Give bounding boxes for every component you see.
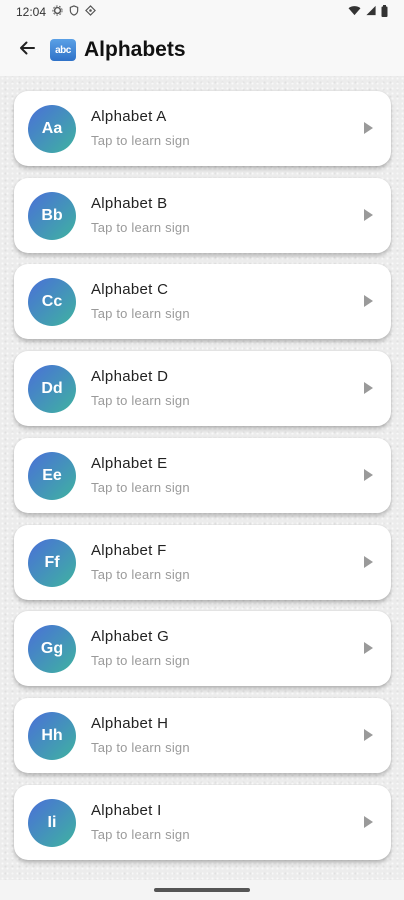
list-item[interactable]: Ff Alphabet F Tap to learn sign [14,525,391,600]
navigation-bar [0,880,404,900]
play-arrow-icon [364,556,373,568]
letter-avatar: Dd [28,365,76,413]
list-item[interactable]: Cc Alphabet C Tap to learn sign [14,264,391,339]
status-left: 12:04 [16,5,96,19]
play-arrow-icon [364,295,373,307]
alphabet-list[interactable]: Aa Alphabet A Tap to learn sign Bb Alphabet … [0,76,404,880]
item-subtitle: Tap to learn sign [91,653,190,668]
app-bar: abc Alphabets [0,24,404,76]
list-item[interactable]: Aa Alphabet A Tap to learn sign [14,91,391,166]
item-subtitle: Tap to learn sign [91,740,190,755]
item-title: Alphabet I [91,802,162,819]
wifi-icon [348,5,361,19]
list-item[interactable]: Gg Alphabet G Tap to learn sign [14,611,391,686]
list-item[interactable]: Ee Alphabet E Tap to learn sign [14,438,391,513]
play-arrow-icon [364,209,373,221]
play-arrow-icon [364,642,373,654]
item-title: Alphabet D [91,368,169,385]
letter-avatar: Ii [28,799,76,847]
status-bar: 12:04 [0,0,404,24]
item-subtitle: Tap to learn sign [91,133,190,148]
settings-icon [52,5,63,19]
letter-avatar: Ff [28,539,76,587]
location-icon [85,5,96,19]
item-subtitle: Tap to learn sign [91,393,190,408]
item-title: Alphabet B [91,195,168,212]
play-arrow-icon [364,729,373,741]
letter-avatar: Ee [28,452,76,500]
battery-icon [381,4,388,20]
letter-avatar: Hh [28,712,76,760]
list-item[interactable]: Hh Alphabet H Tap to learn sign [14,698,391,773]
arrow-left-icon [18,39,36,62]
item-title: Alphabet F [91,542,167,559]
letter-avatar: Aa [28,105,76,153]
home-gesture-handle[interactable] [154,888,250,892]
play-arrow-icon [364,469,373,481]
item-title: Alphabet G [91,628,170,645]
back-button[interactable] [14,37,40,63]
abc-emoji-icon: abc [50,39,76,61]
signal-icon [365,5,377,19]
item-title: Alphabet H [91,715,169,732]
play-arrow-icon [364,122,373,134]
list-item[interactable]: Ii Alphabet I Tap to learn sign [14,785,391,860]
letter-avatar: Gg [28,625,76,673]
letter-avatar: Bb [28,192,76,240]
play-arrow-icon [364,382,373,394]
item-subtitle: Tap to learn sign [91,827,190,842]
status-time: 12:04 [16,5,47,19]
list-item[interactable]: Bb Alphabet B Tap to learn sign [14,178,391,253]
list-item[interactable]: Dd Alphabet D Tap to learn sign [14,351,391,426]
play-arrow-icon [364,816,373,828]
shield-icon [69,5,79,19]
item-subtitle: Tap to learn sign [91,220,190,235]
item-title: Alphabet E [91,455,168,472]
item-subtitle: Tap to learn sign [91,567,190,582]
page-title: Alphabets [84,38,186,61]
item-subtitle: Tap to learn sign [91,306,190,321]
item-subtitle: Tap to learn sign [91,480,190,495]
letter-avatar: Cc [28,278,76,326]
status-right [348,4,388,20]
item-title: Alphabet A [91,108,167,125]
item-title: Alphabet C [91,281,169,298]
